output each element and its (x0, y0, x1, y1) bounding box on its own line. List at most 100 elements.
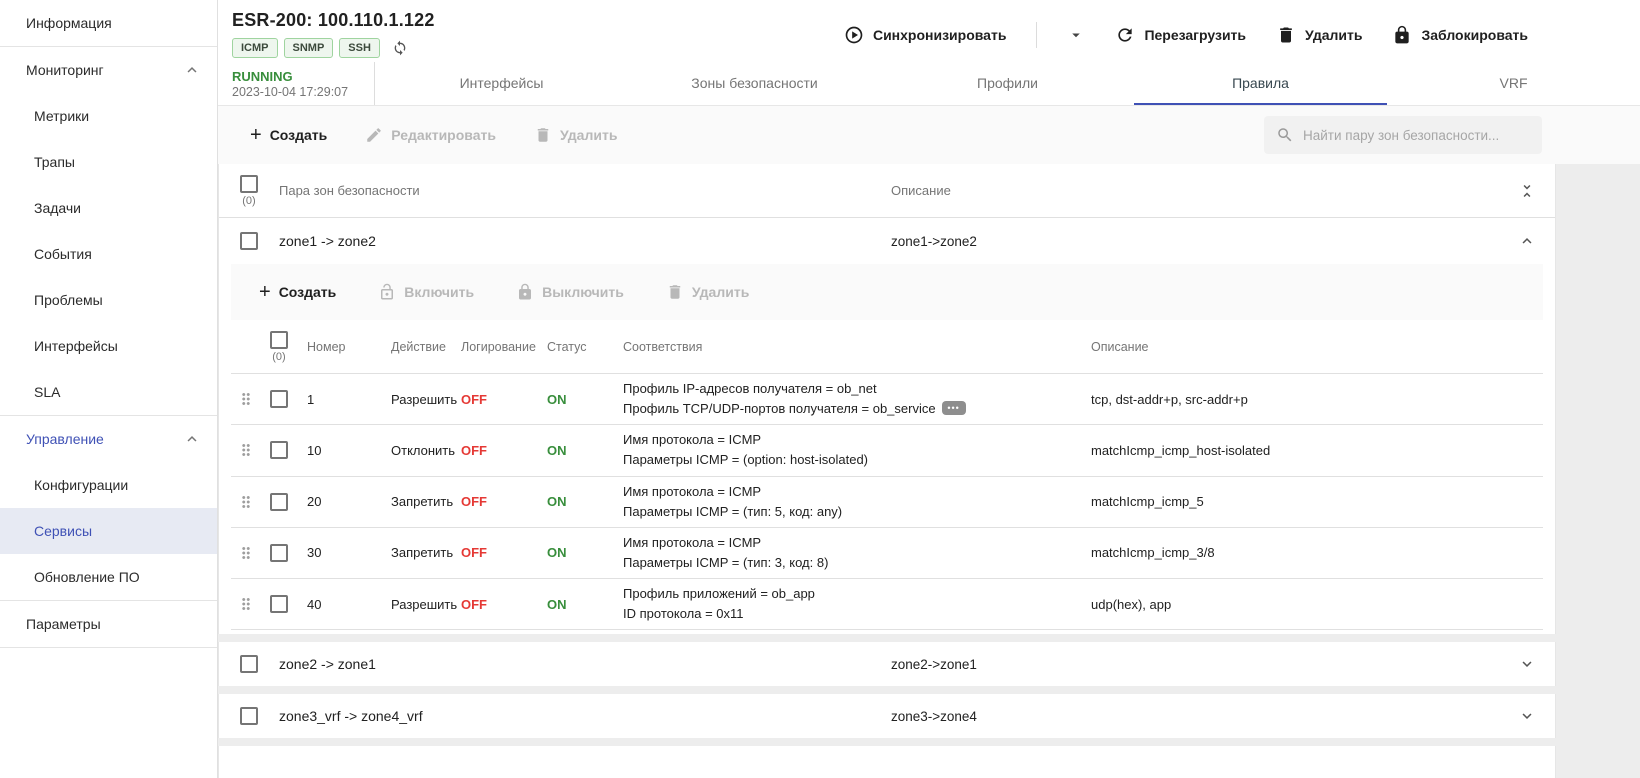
create-zone-pair-button[interactable]: + Создать (250, 125, 327, 145)
zone-row[interactable]: zone3_vrf -> zone4_vrf zone3->zone4 (218, 694, 1556, 738)
synchronize-button[interactable]: Синхронизировать (844, 25, 1006, 45)
create-rule-button[interactable]: + Создать (259, 282, 336, 302)
chevron-up-icon (183, 61, 201, 79)
sidebar-item-metrics[interactable]: Метрики (0, 93, 217, 139)
chevron-up-icon (183, 430, 201, 448)
row-gap (218, 634, 1640, 642)
rule-row: 10 Отклонить OFF ON Имя протокола = ICMP… (231, 425, 1543, 476)
trash-icon (1276, 25, 1296, 45)
sidebar-divider (0, 647, 217, 648)
drag-handle-icon[interactable] (237, 544, 255, 562)
delete-device-button[interactable]: Удалить (1276, 25, 1362, 45)
rule-logging: OFF (461, 443, 547, 458)
zone-row-checkbox[interactable] (240, 707, 258, 725)
sidebar-item-tasks[interactable]: Задачи (0, 185, 217, 231)
chevron-down-icon[interactable] (1518, 655, 1536, 673)
sidebar-item-configurations[interactable]: Конфигурации (0, 462, 217, 508)
sidebar-item-label: Метрики (34, 108, 89, 124)
rules-toolbar: + Создать Включить Выключить (231, 264, 1543, 320)
actions-divider (1036, 22, 1037, 48)
select-all-zones-checkbox[interactable] (240, 175, 258, 193)
app-window: Информация Мониторинг Метрики Трапы Зада… (0, 0, 1640, 778)
select-all-rules-checkbox[interactable] (270, 331, 288, 349)
rule-action: Отклонить (391, 443, 461, 458)
delete-rule-button[interactable]: Удалить (666, 283, 749, 301)
sidebar-item-firmware-update[interactable]: Обновление ПО (0, 554, 217, 600)
disable-rule-button[interactable]: Выключить (516, 283, 624, 301)
pencil-icon (365, 126, 383, 144)
sidebar-item-label: Мониторинг (26, 62, 104, 78)
chevron-down-icon[interactable] (1518, 707, 1536, 725)
rule-checkbox[interactable] (270, 390, 288, 408)
plus-icon: + (250, 125, 262, 145)
reboot-button[interactable]: Перезагрузить (1115, 25, 1246, 45)
badge-icmp: ICMP (232, 38, 278, 58)
sidebar-item-sla[interactable]: SLA (0, 369, 217, 415)
zone-row-checkbox[interactable] (240, 232, 258, 250)
sidebar-item-parameters[interactable]: Параметры (0, 601, 217, 647)
zone-row[interactable]: zone1 -> zone2 zone1->zone2 (219, 218, 1555, 264)
rule-description: matchIcmp_icmp_5 (1091, 494, 1543, 509)
protocol-badges: ICMP SNMP SSH (232, 38, 435, 58)
rule-match: Профиль приложений = ob_app ID протокола… (623, 579, 1091, 629)
rule-checkbox[interactable] (270, 544, 288, 562)
tab-security-zones[interactable]: Зоны безопасности (628, 62, 881, 105)
column-header-match: Соответствия (623, 340, 1091, 354)
rule-row: 30 Запретить OFF ON Имя протокола = ICMP… (231, 528, 1543, 579)
edit-zone-pair-button[interactable]: Редактировать (365, 126, 496, 144)
disable-rule-label: Выключить (542, 284, 624, 300)
rule-number: 1 (307, 392, 391, 407)
sidebar-item-information[interactable]: Информация (0, 0, 217, 46)
badge-snmp: SNMP (284, 38, 334, 58)
sidebar-item-monitoring[interactable]: Мониторинг (0, 47, 217, 93)
sidebar-item-label: SLA (34, 384, 60, 400)
tab-profiles[interactable]: Профили (881, 62, 1134, 105)
sidebar-item-services[interactable]: Сервисы (0, 508, 217, 554)
rule-row: 20 Запретить OFF ON Имя протокола = ICMP… (231, 477, 1543, 528)
sidebar-item-problems[interactable]: Проблемы (0, 277, 217, 323)
rule-number: 30 (307, 545, 391, 560)
enable-rule-button[interactable]: Включить (378, 283, 474, 301)
create-label: Создать (270, 127, 328, 143)
drag-handle-icon[interactable] (237, 441, 255, 459)
tab-vrf[interactable]: VRF (1387, 62, 1640, 105)
sidebar-item-events[interactable]: События (0, 231, 217, 277)
row-gap (218, 686, 1640, 694)
zone-row[interactable]: zone2 -> zone1 zone2->zone1 (218, 642, 1556, 686)
sync-options-dropdown[interactable] (1067, 26, 1085, 44)
rule-status: ON (547, 392, 623, 407)
play-circle-icon (844, 25, 864, 45)
device-status: RUNNING 2023-10-04 17:29:07 (218, 62, 375, 105)
sidebar-item-label: Сервисы (34, 523, 92, 539)
rule-checkbox[interactable] (270, 441, 288, 459)
sync-status-icon[interactable] (392, 40, 408, 56)
more-matches-icon[interactable] (942, 401, 966, 415)
search-input[interactable] (1303, 128, 1530, 143)
next-row-partial (218, 746, 1556, 778)
drag-handle-icon[interactable] (237, 595, 255, 613)
zone-row-checkbox[interactable] (240, 655, 258, 673)
rule-checkbox[interactable] (270, 493, 288, 511)
sidebar-item-management[interactable]: Управление (0, 416, 217, 462)
tab-bar: Интерфейсы Зоны безопасности Профили Пра… (375, 62, 1640, 105)
rule-match: Имя протокола = ICMP Параметры ICMP = (т… (623, 477, 1091, 527)
delete-zone-pair-button[interactable]: Удалить (534, 126, 617, 144)
sidebar-item-traps[interactable]: Трапы (0, 139, 217, 185)
collapse-all-icon[interactable] (1518, 182, 1536, 200)
zones-table-header: (0) Пара зон безопасности Описание (219, 164, 1555, 218)
zone-pair-description: zone2->zone1 (891, 657, 1499, 672)
sidebar-item-interfaces[interactable]: Интерфейсы (0, 323, 217, 369)
drag-handle-icon[interactable] (237, 390, 255, 408)
rule-match-line: Имя протокола = ICMP (623, 430, 1081, 450)
zones-selected-count: (0) (242, 195, 255, 207)
tab-rules[interactable]: Правила (1134, 62, 1387, 105)
lock-device-button[interactable]: Заблокировать (1392, 25, 1528, 45)
device-header: ESR-200: 100.110.1.122 ICMP SNMP SSH Син… (218, 0, 1640, 62)
drag-handle-icon[interactable] (237, 493, 255, 511)
column-header-zone-pair: Пара зон безопасности (279, 183, 891, 198)
tab-interfaces[interactable]: Интерфейсы (375, 62, 628, 105)
reboot-label: Перезагрузить (1144, 27, 1246, 43)
chevron-up-icon[interactable] (1518, 232, 1536, 250)
rule-checkbox[interactable] (270, 595, 288, 613)
create-rule-label: Создать (279, 284, 337, 300)
